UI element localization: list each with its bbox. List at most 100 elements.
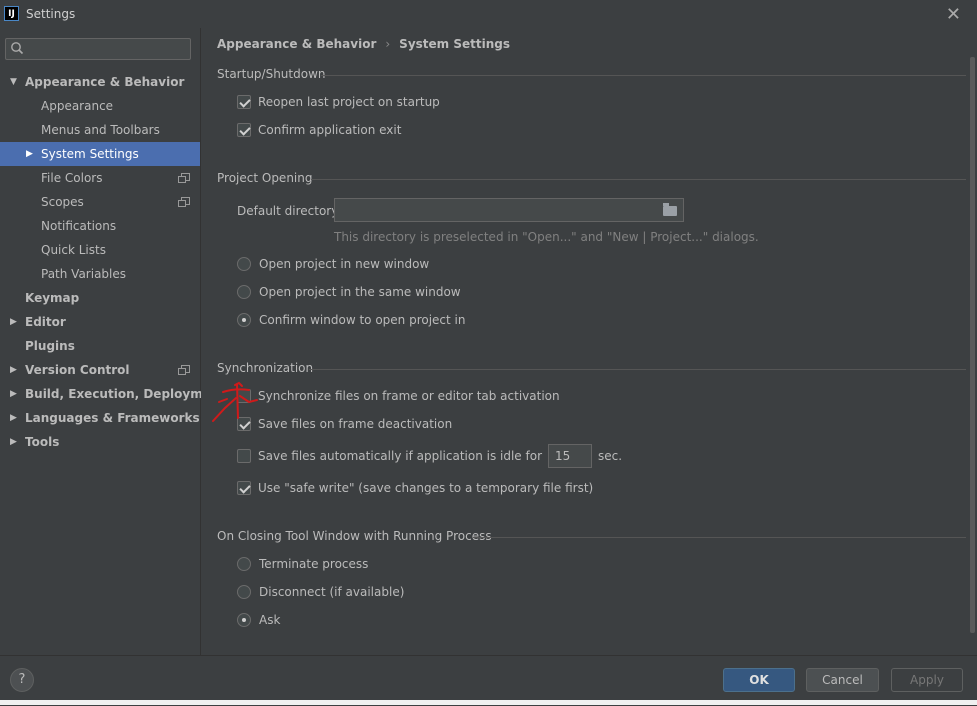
- sidebar-item-appearance-behavior[interactable]: ▼ Appearance & Behavior: [0, 70, 200, 94]
- cancel-button[interactable]: Cancel: [806, 668, 879, 692]
- sidebar-item-label: Version Control: [25, 363, 130, 377]
- terminate-process-option[interactable]: Terminate process: [237, 553, 368, 575]
- sidebar-item-build-execution-deployment[interactable]: ▶ Build, Execution, Deployment: [0, 382, 225, 406]
- sidebar-item-menus-toolbars[interactable]: Menus and Toolbars: [0, 118, 200, 142]
- sidebar-item-quick-lists[interactable]: Quick Lists: [0, 238, 200, 262]
- sidebar-item-editor[interactable]: ▶ Editor: [0, 310, 200, 334]
- option-label: Confirm application exit: [258, 123, 402, 137]
- search-input[interactable]: [30, 41, 185, 57]
- option-label: Open project in new window: [259, 257, 430, 271]
- idle-unit-label: sec.: [598, 449, 623, 463]
- sidebar-item-version-control[interactable]: ▶ Version Control: [0, 358, 200, 382]
- closing-group-title: On Closing Tool Window with Running Proc…: [217, 529, 492, 543]
- apply-button[interactable]: Apply: [891, 668, 963, 692]
- open-same-window-option[interactable]: Open project in the same window: [237, 281, 461, 303]
- project-opening-group-title: Project Opening: [217, 171, 313, 185]
- sidebar-item-path-variables[interactable]: Path Variables: [0, 262, 200, 286]
- collapsed-arrow-icon: ▶: [10, 437, 17, 447]
- default-directory-hint: This directory is preselected in "Open..…: [334, 230, 759, 244]
- help-button[interactable]: ?: [10, 668, 34, 692]
- disconnect-option[interactable]: Disconnect (if available): [237, 581, 404, 603]
- ask-radio[interactable]: [237, 613, 251, 627]
- sidebar-item-label: System Settings: [41, 147, 139, 161]
- default-directory-label: Default directory:: [237, 204, 342, 218]
- sidebar-item-label: Scopes: [41, 195, 84, 209]
- group-divider: [473, 537, 966, 538]
- breadcrumb-separator: ›: [385, 37, 391, 51]
- option-label: Open project in the same window: [259, 285, 461, 299]
- intellij-app-icon: IJ: [4, 6, 19, 21]
- sidebar-item-appearance[interactable]: Appearance: [0, 94, 200, 118]
- folder-icon: [663, 203, 677, 216]
- project-scope-icon: [178, 365, 190, 375]
- sidebar-item-label: Tools: [25, 435, 60, 449]
- ok-button[interactable]: OK: [723, 668, 795, 692]
- project-scope-icon: [178, 173, 190, 183]
- group-divider: [309, 369, 966, 370]
- sidebar-item-label: Appearance: [41, 99, 114, 113]
- browse-folder-button[interactable]: [659, 200, 681, 220]
- breadcrumb: Appearance & Behavior › System Settings: [217, 37, 510, 51]
- option-label: Disconnect (if available): [259, 585, 405, 599]
- collapsed-arrow-icon: ▶: [10, 365, 17, 375]
- safe-write-option[interactable]: Use "safe write" (save changes to a temp…: [237, 477, 593, 499]
- disconnect-radio[interactable]: [237, 585, 251, 599]
- confirm-exit-checkbox[interactable]: [237, 123, 251, 137]
- option-label: Save files on frame deactivation: [258, 417, 453, 431]
- confirm-window-radio[interactable]: [237, 313, 251, 327]
- title-bar: IJ Settings ✕: [0, 0, 977, 28]
- sidebar-item-label: Keymap: [25, 291, 80, 305]
- sidebar-item-scopes[interactable]: Scopes: [0, 190, 200, 214]
- sidebar-item-label: File Colors: [41, 171, 103, 185]
- save-when-idle-checkbox[interactable]: [237, 449, 251, 463]
- sidebar-item-keymap[interactable]: Keymap: [0, 286, 200, 310]
- confirm-window-option[interactable]: Confirm window to open project in: [237, 309, 465, 331]
- sidebar-item-notifications[interactable]: Notifications: [0, 214, 200, 238]
- sidebar-item-label: Notifications: [41, 219, 117, 233]
- option-label: Confirm window to open project in: [259, 313, 466, 327]
- close-icon[interactable]: ✕: [946, 4, 961, 25]
- save-on-deactivation-option[interactable]: Save files on frame deactivation: [237, 413, 452, 435]
- content-scrollbar[interactable]: [970, 57, 975, 633]
- open-new-window-option[interactable]: Open project in new window: [237, 253, 429, 275]
- sidebar-item-tools[interactable]: ▶ Tools: [0, 430, 200, 454]
- save-on-deactivation-checkbox[interactable]: [237, 417, 251, 431]
- confirm-exit-option[interactable]: Confirm application exit: [237, 119, 401, 141]
- option-label: Reopen last project on startup: [258, 95, 440, 109]
- startup-group-title: Startup/Shutdown: [217, 67, 326, 81]
- group-divider: [321, 75, 966, 76]
- collapsed-arrow-icon: ▶: [10, 389, 17, 399]
- reopen-last-project-option[interactable]: Reopen last project on startup: [237, 91, 440, 113]
- settings-content: Appearance & Behavior › System Settings St…: [201, 28, 968, 655]
- ask-option[interactable]: Ask: [237, 609, 280, 631]
- terminate-process-radio[interactable]: [237, 557, 251, 571]
- collapsed-arrow-icon: ▶: [26, 149, 33, 159]
- search-field[interactable]: [5, 38, 191, 60]
- save-when-idle-option[interactable]: Save files automatically if application …: [237, 444, 623, 468]
- dialog-footer: ? OK Cancel Apply: [0, 655, 977, 706]
- option-label: Use "safe write" (save changes to a temp…: [258, 481, 594, 495]
- settings-sidebar: ▼ Appearance & Behavior Appearance Menus…: [0, 28, 225, 655]
- sync-on-activation-checkbox[interactable]: [237, 389, 251, 403]
- sidebar-item-label: Plugins: [25, 339, 75, 353]
- sidebar-item-system-settings[interactable]: ▶ System Settings: [0, 142, 200, 166]
- sync-on-activation-option[interactable]: Synchronize files on frame or editor tab…: [237, 385, 560, 407]
- sidebar-item-languages-frameworks[interactable]: ▶ Languages & Frameworks: [0, 406, 200, 430]
- open-new-window-radio[interactable]: [237, 257, 251, 271]
- open-same-window-radio[interactable]: [237, 285, 251, 299]
- bottom-window-strip: [0, 700, 977, 705]
- default-directory-input[interactable]: [334, 198, 684, 222]
- synchronization-group-title: Synchronization: [217, 361, 314, 375]
- sidebar-item-label: Menus and Toolbars: [41, 123, 160, 137]
- collapsed-arrow-icon: ▶: [10, 413, 17, 423]
- reopen-last-project-checkbox[interactable]: [237, 95, 251, 109]
- sidebar-item-label: Editor: [25, 315, 66, 329]
- breadcrumb-parent[interactable]: Appearance & Behavior: [217, 37, 376, 51]
- sidebar-item-file-colors[interactable]: File Colors: [0, 166, 200, 190]
- breadcrumb-current: System Settings: [399, 37, 510, 51]
- safe-write-checkbox[interactable]: [237, 481, 251, 495]
- sidebar-item-plugins[interactable]: Plugins: [0, 334, 200, 358]
- idle-seconds-input[interactable]: 15: [548, 444, 592, 468]
- window-title: Settings: [26, 7, 76, 21]
- option-label: Synchronize files on frame or editor tab…: [258, 389, 560, 403]
